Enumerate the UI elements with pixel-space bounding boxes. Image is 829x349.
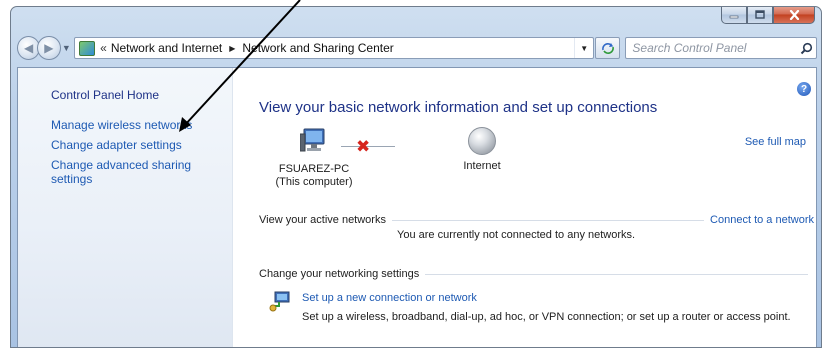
setup-connection-link[interactable]: Set up a new connection or network	[302, 292, 477, 304]
content-area: Control Panel Home Manage wireless netwo…	[17, 67, 817, 347]
close-button[interactable]	[773, 7, 815, 24]
change-settings-section: Change your networking settings Set up a…	[259, 268, 814, 323]
recent-pages-button[interactable]: ▼	[61, 43, 73, 53]
address-history-button[interactable]: ▼	[574, 38, 593, 58]
control-panel-home-link[interactable]: Control Panel Home	[51, 88, 232, 102]
navigation-bar: ◀ ▶ ▼ « Network and Internet ▶ Network a…	[17, 34, 818, 62]
network-map: FSUAREZ-PC (This computer) ✖ Internet	[259, 118, 814, 198]
sidebar-link-change-adapter-settings[interactable]: Change adapter settings	[51, 138, 221, 152]
internet-label: Internet	[463, 160, 501, 172]
help-icon[interactable]: ?	[797, 82, 811, 96]
control-panel-icon	[79, 40, 96, 56]
refresh-icon	[601, 43, 614, 54]
change-settings-header: Change your networking settings	[259, 268, 420, 280]
task-sidebar: Control Panel Home Manage wireless netwo…	[18, 68, 233, 347]
control-panel-window: ◀ ▶ ▼ « Network and Internet ▶ Network a…	[10, 6, 822, 348]
breadcrumb-item-network-and-internet[interactable]: Network and Internet	[111, 41, 222, 55]
page-title: View your basic network information and …	[259, 99, 658, 116]
forward-arrow-icon: ▶	[44, 41, 54, 55]
computer-name: FSUAREZ-PC	[278, 163, 350, 175]
section-divider	[391, 219, 705, 221]
internet-node[interactable]: Internet	[427, 118, 537, 173]
maximize-icon	[755, 10, 765, 19]
computer-caption: (This computer)	[275, 176, 353, 188]
search-button[interactable]	[796, 38, 816, 58]
computer-icon	[299, 128, 325, 152]
search-icon	[800, 42, 812, 54]
active-networks-section: View your active networks Connect to a n…	[259, 214, 814, 241]
maximize-button[interactable]	[747, 7, 773, 24]
active-networks-header: View your active networks	[259, 214, 386, 226]
connect-to-network-link[interactable]: Connect to a network	[710, 214, 814, 226]
chevron-down-icon: ▼	[61, 43, 71, 53]
disconnected-x-icon[interactable]: ✖	[356, 137, 370, 157]
refresh-button[interactable]	[595, 37, 621, 59]
minimize-icon	[729, 15, 739, 18]
see-full-map-link[interactable]: See full map	[745, 136, 806, 148]
breadcrumb-separator-icon[interactable]: ▶	[229, 44, 235, 53]
sidebar-link-change-advanced-sharing-settings[interactable]: Change advanced sharing settings	[51, 158, 221, 186]
breadcrumb-overflow-button[interactable]: «	[100, 41, 107, 55]
window-controls	[721, 7, 815, 24]
search-box	[625, 37, 818, 59]
chevron-down-icon: ▼	[580, 43, 589, 53]
globe-icon	[468, 127, 496, 155]
this-computer-node[interactable]: FSUAREZ-PC (This computer)	[259, 118, 369, 189]
sidebar-link-manage-wireless-networks[interactable]: Manage wireless networks	[51, 118, 221, 132]
forward-button[interactable]: ▶	[37, 36, 61, 60]
main-pane: ? View your basic network information an…	[234, 68, 816, 347]
breadcrumb-item-network-and-sharing-center[interactable]: Network and Sharing Center	[242, 41, 393, 55]
no-network-message: You are currently not connected to any n…	[397, 229, 636, 241]
setup-connection-description: Set up a wireless, broadband, dial-up, a…	[302, 311, 791, 323]
close-icon	[789, 9, 799, 20]
network-setup-icon	[269, 291, 290, 312]
minimize-button[interactable]	[721, 7, 747, 24]
search-input[interactable]	[632, 41, 797, 55]
section-divider	[425, 273, 808, 275]
back-arrow-icon: ◀	[24, 41, 34, 55]
address-bar[interactable]: « Network and Internet ▶ Network and Sha…	[74, 37, 595, 59]
